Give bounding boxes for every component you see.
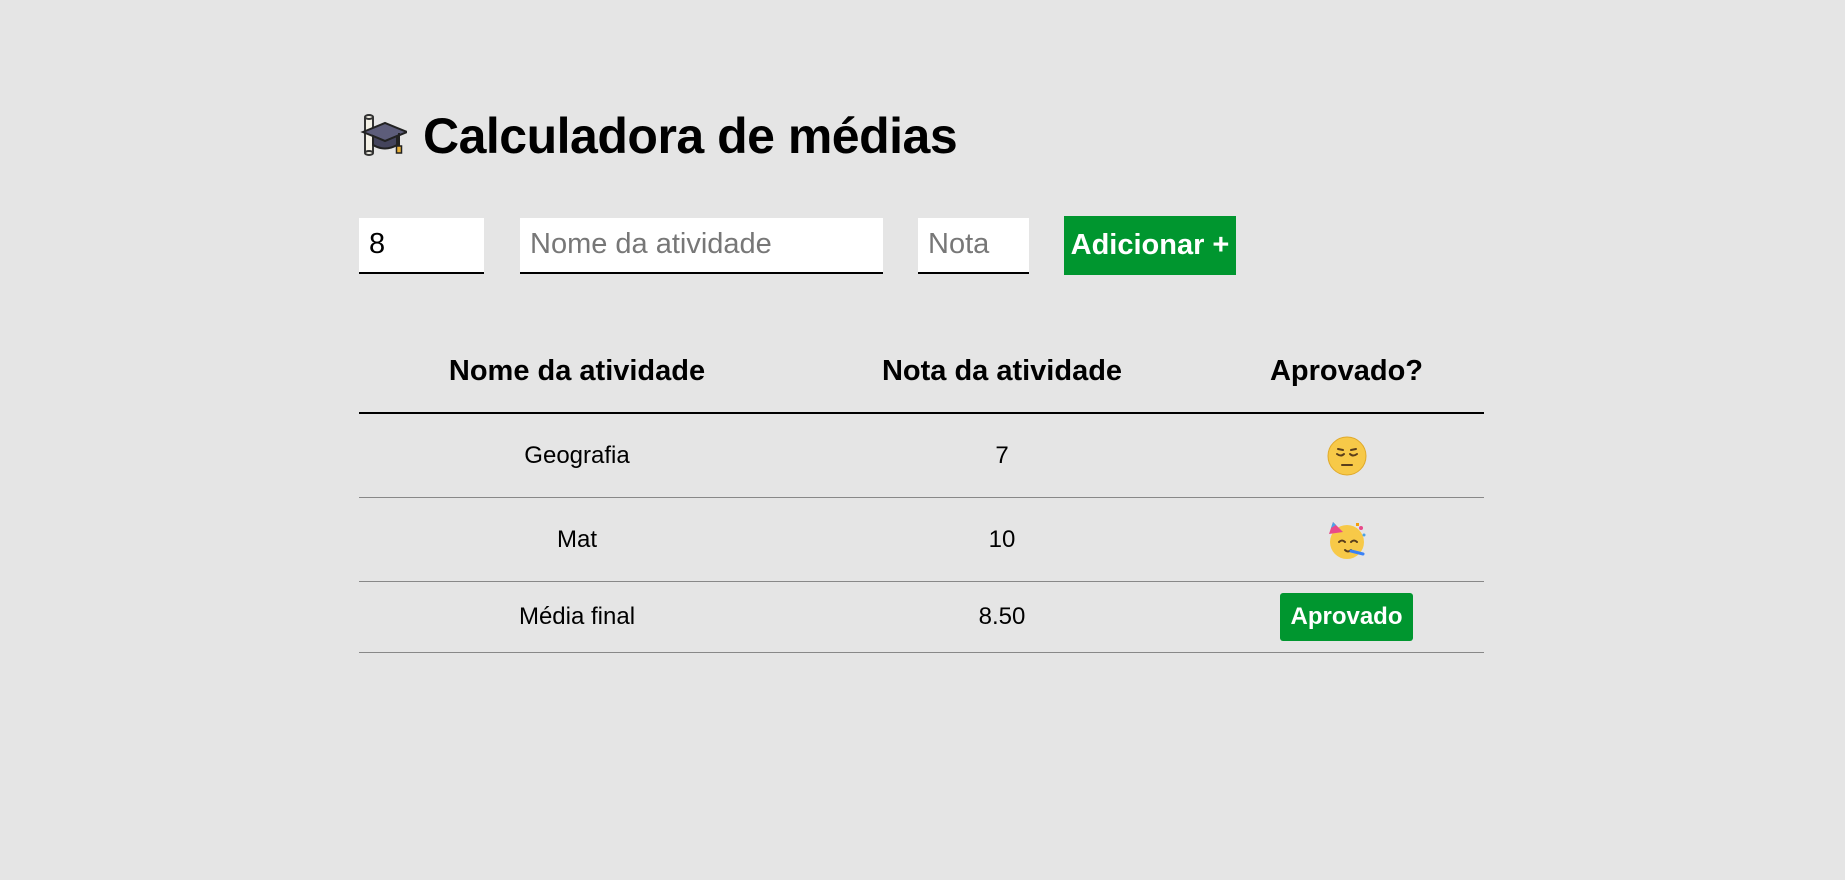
partying-face-icon <box>1327 520 1367 560</box>
activity-name-cell: Geografia <box>359 413 795 498</box>
header-activity-nota: Nota da atividade <box>795 330 1209 414</box>
status-badge: Aprovado <box>1280 593 1413 641</box>
activity-nota-cell: 10 <box>795 497 1209 582</box>
graduation-cap-icon <box>359 112 410 160</box>
activities-table: Nome da atividade Nota da atividade Apro… <box>359 330 1484 653</box>
add-button[interactable]: Adicionar + <box>1064 216 1236 275</box>
add-activity-form: Adicionar + <box>359 216 1236 275</box>
activity-nota-input[interactable] <box>918 217 1029 274</box>
activity-nota-cell: 7 <box>795 413 1209 498</box>
final-status-cell: Aprovado <box>1209 581 1484 653</box>
activity-name-cell: Mat <box>359 497 795 582</box>
header-activity-name: Nome da atividade <box>359 330 795 414</box>
app-container: Calculadora de médias Adicionar + Nome d… <box>359 100 1484 653</box>
page-title: Calculadora de médias <box>423 108 958 164</box>
table-header-row: Nome da atividade Nota da atividade Apro… <box>359 330 1484 414</box>
final-average-value: 8.50 <box>795 581 1209 653</box>
number-input[interactable] <box>359 217 484 274</box>
table-row: Mat 10 <box>359 497 1484 582</box>
final-average-row: Média final 8.50 Aprovado <box>359 581 1484 653</box>
pensive-face-icon <box>1327 436 1367 476</box>
header-approved: Aprovado? <box>1209 330 1484 414</box>
approved-cell <box>1209 497 1484 582</box>
approved-cell <box>1209 413 1484 498</box>
table-row: Geografia 7 <box>359 413 1484 498</box>
activity-name-input[interactable] <box>520 217 883 274</box>
final-average-label: Média final <box>359 581 795 653</box>
header: Calculadora de médias <box>359 100 1484 172</box>
